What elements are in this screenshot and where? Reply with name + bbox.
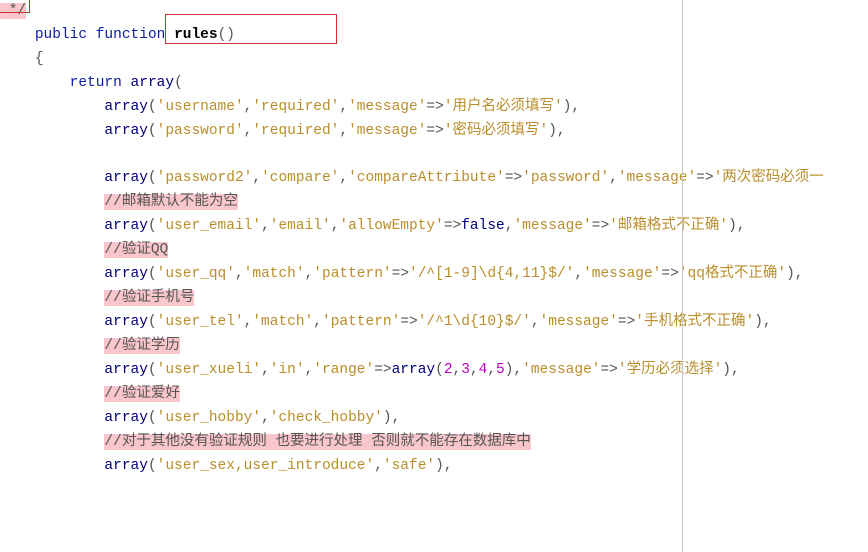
r6-rule: 'in' bbox=[270, 362, 305, 378]
r2-field: 'password2' bbox=[157, 170, 253, 186]
r4-pv: '/^[1-9]\d{4,11}$/' bbox=[409, 266, 574, 282]
r5-mk: 'message' bbox=[540, 314, 618, 330]
cmt-hobby: //验证爱好 bbox=[104, 386, 179, 402]
r5-mv: '手机格式不正确' bbox=[635, 314, 754, 330]
r8-field: 'user_sex,user_introduce' bbox=[157, 458, 375, 474]
r4-mv: 'qq格式不正确' bbox=[679, 266, 786, 282]
kw-array: array bbox=[104, 362, 148, 378]
kw-public: public bbox=[35, 27, 87, 43]
r7-field: 'user_hobby' bbox=[157, 410, 261, 426]
r0-mv: '用户名必须填写' bbox=[444, 99, 563, 115]
num-2: 2 bbox=[444, 362, 453, 378]
r5-pv: '/^1\d{10}$/' bbox=[418, 314, 531, 330]
cmt-qq: //验证QQ bbox=[104, 242, 168, 258]
r3-mk: 'message' bbox=[513, 218, 591, 234]
r4-mk: 'message' bbox=[583, 266, 661, 282]
r4-rule: 'match' bbox=[244, 266, 305, 282]
r7-rule: 'check_hobby' bbox=[270, 410, 383, 426]
r2-rule: 'compare' bbox=[261, 170, 339, 186]
kw-function: function bbox=[96, 27, 166, 43]
r3-rule: 'email' bbox=[270, 218, 331, 234]
r3-ak: 'allowEmpty' bbox=[339, 218, 443, 234]
r2-av: 'password' bbox=[522, 170, 609, 186]
code-block: */ public function rules() { return arra… bbox=[0, 0, 868, 478]
margin-guide bbox=[682, 0, 683, 552]
kw-array: array bbox=[104, 218, 148, 234]
comment-end: */ bbox=[0, 3, 26, 19]
r4-pk: 'pattern' bbox=[313, 266, 391, 282]
r0-rule: 'required' bbox=[252, 99, 339, 115]
r3-field: 'user_email' bbox=[157, 218, 261, 234]
kw-return: return bbox=[70, 75, 122, 91]
r6-mv: '学历必须选择' bbox=[618, 362, 722, 378]
r0-field: 'username' bbox=[157, 99, 244, 115]
r3-mv: '邮箱格式不正确' bbox=[609, 218, 728, 234]
kw-array: array bbox=[104, 99, 148, 115]
kw-array: array bbox=[104, 458, 148, 474]
false-literal: false bbox=[461, 218, 505, 234]
r5-field: 'user_tel' bbox=[157, 314, 244, 330]
kw-array: array bbox=[104, 410, 148, 426]
brace-open: { bbox=[35, 51, 44, 67]
r4-field: 'user_qq' bbox=[157, 266, 235, 282]
r0-mk: 'message' bbox=[348, 99, 426, 115]
r2-ak: 'compareAttribute' bbox=[348, 170, 505, 186]
cmt-other: //对于其他没有验证规则 也要进行处理 否则就不能存在数据库中 bbox=[104, 434, 530, 450]
cmt-tel: //验证手机号 bbox=[104, 290, 194, 306]
fn-parens: () bbox=[218, 27, 235, 43]
r2-mv: '两次密码必须一 bbox=[714, 170, 824, 186]
kw-array: array bbox=[104, 314, 148, 330]
r6-field: 'user_xueli' bbox=[157, 362, 261, 378]
r1-rule: 'required' bbox=[252, 123, 339, 139]
r1-mv: '密码必须填写' bbox=[444, 123, 548, 139]
r1-mk: 'message' bbox=[348, 123, 426, 139]
kw-array: array bbox=[131, 75, 175, 91]
r5-rule: 'match' bbox=[252, 314, 313, 330]
num-3: 3 bbox=[461, 362, 470, 378]
r2-mk: 'message' bbox=[618, 170, 696, 186]
r6-mk: 'message' bbox=[522, 362, 600, 378]
kw-array: array bbox=[104, 266, 148, 282]
r6-rk: 'range' bbox=[313, 362, 374, 378]
num-5: 5 bbox=[496, 362, 505, 378]
r5-pk: 'pattern' bbox=[322, 314, 400, 330]
cmt-xueli: //验证学历 bbox=[104, 338, 179, 354]
r8-rule: 'safe' bbox=[383, 458, 435, 474]
kw-array: array bbox=[104, 123, 148, 139]
kw-array: array bbox=[104, 170, 148, 186]
cmt-email: //邮箱默认不能为空 bbox=[104, 194, 237, 210]
r1-field: 'password' bbox=[157, 123, 244, 139]
kw-array: array bbox=[392, 362, 436, 378]
fn-name: rules bbox=[174, 27, 218, 43]
